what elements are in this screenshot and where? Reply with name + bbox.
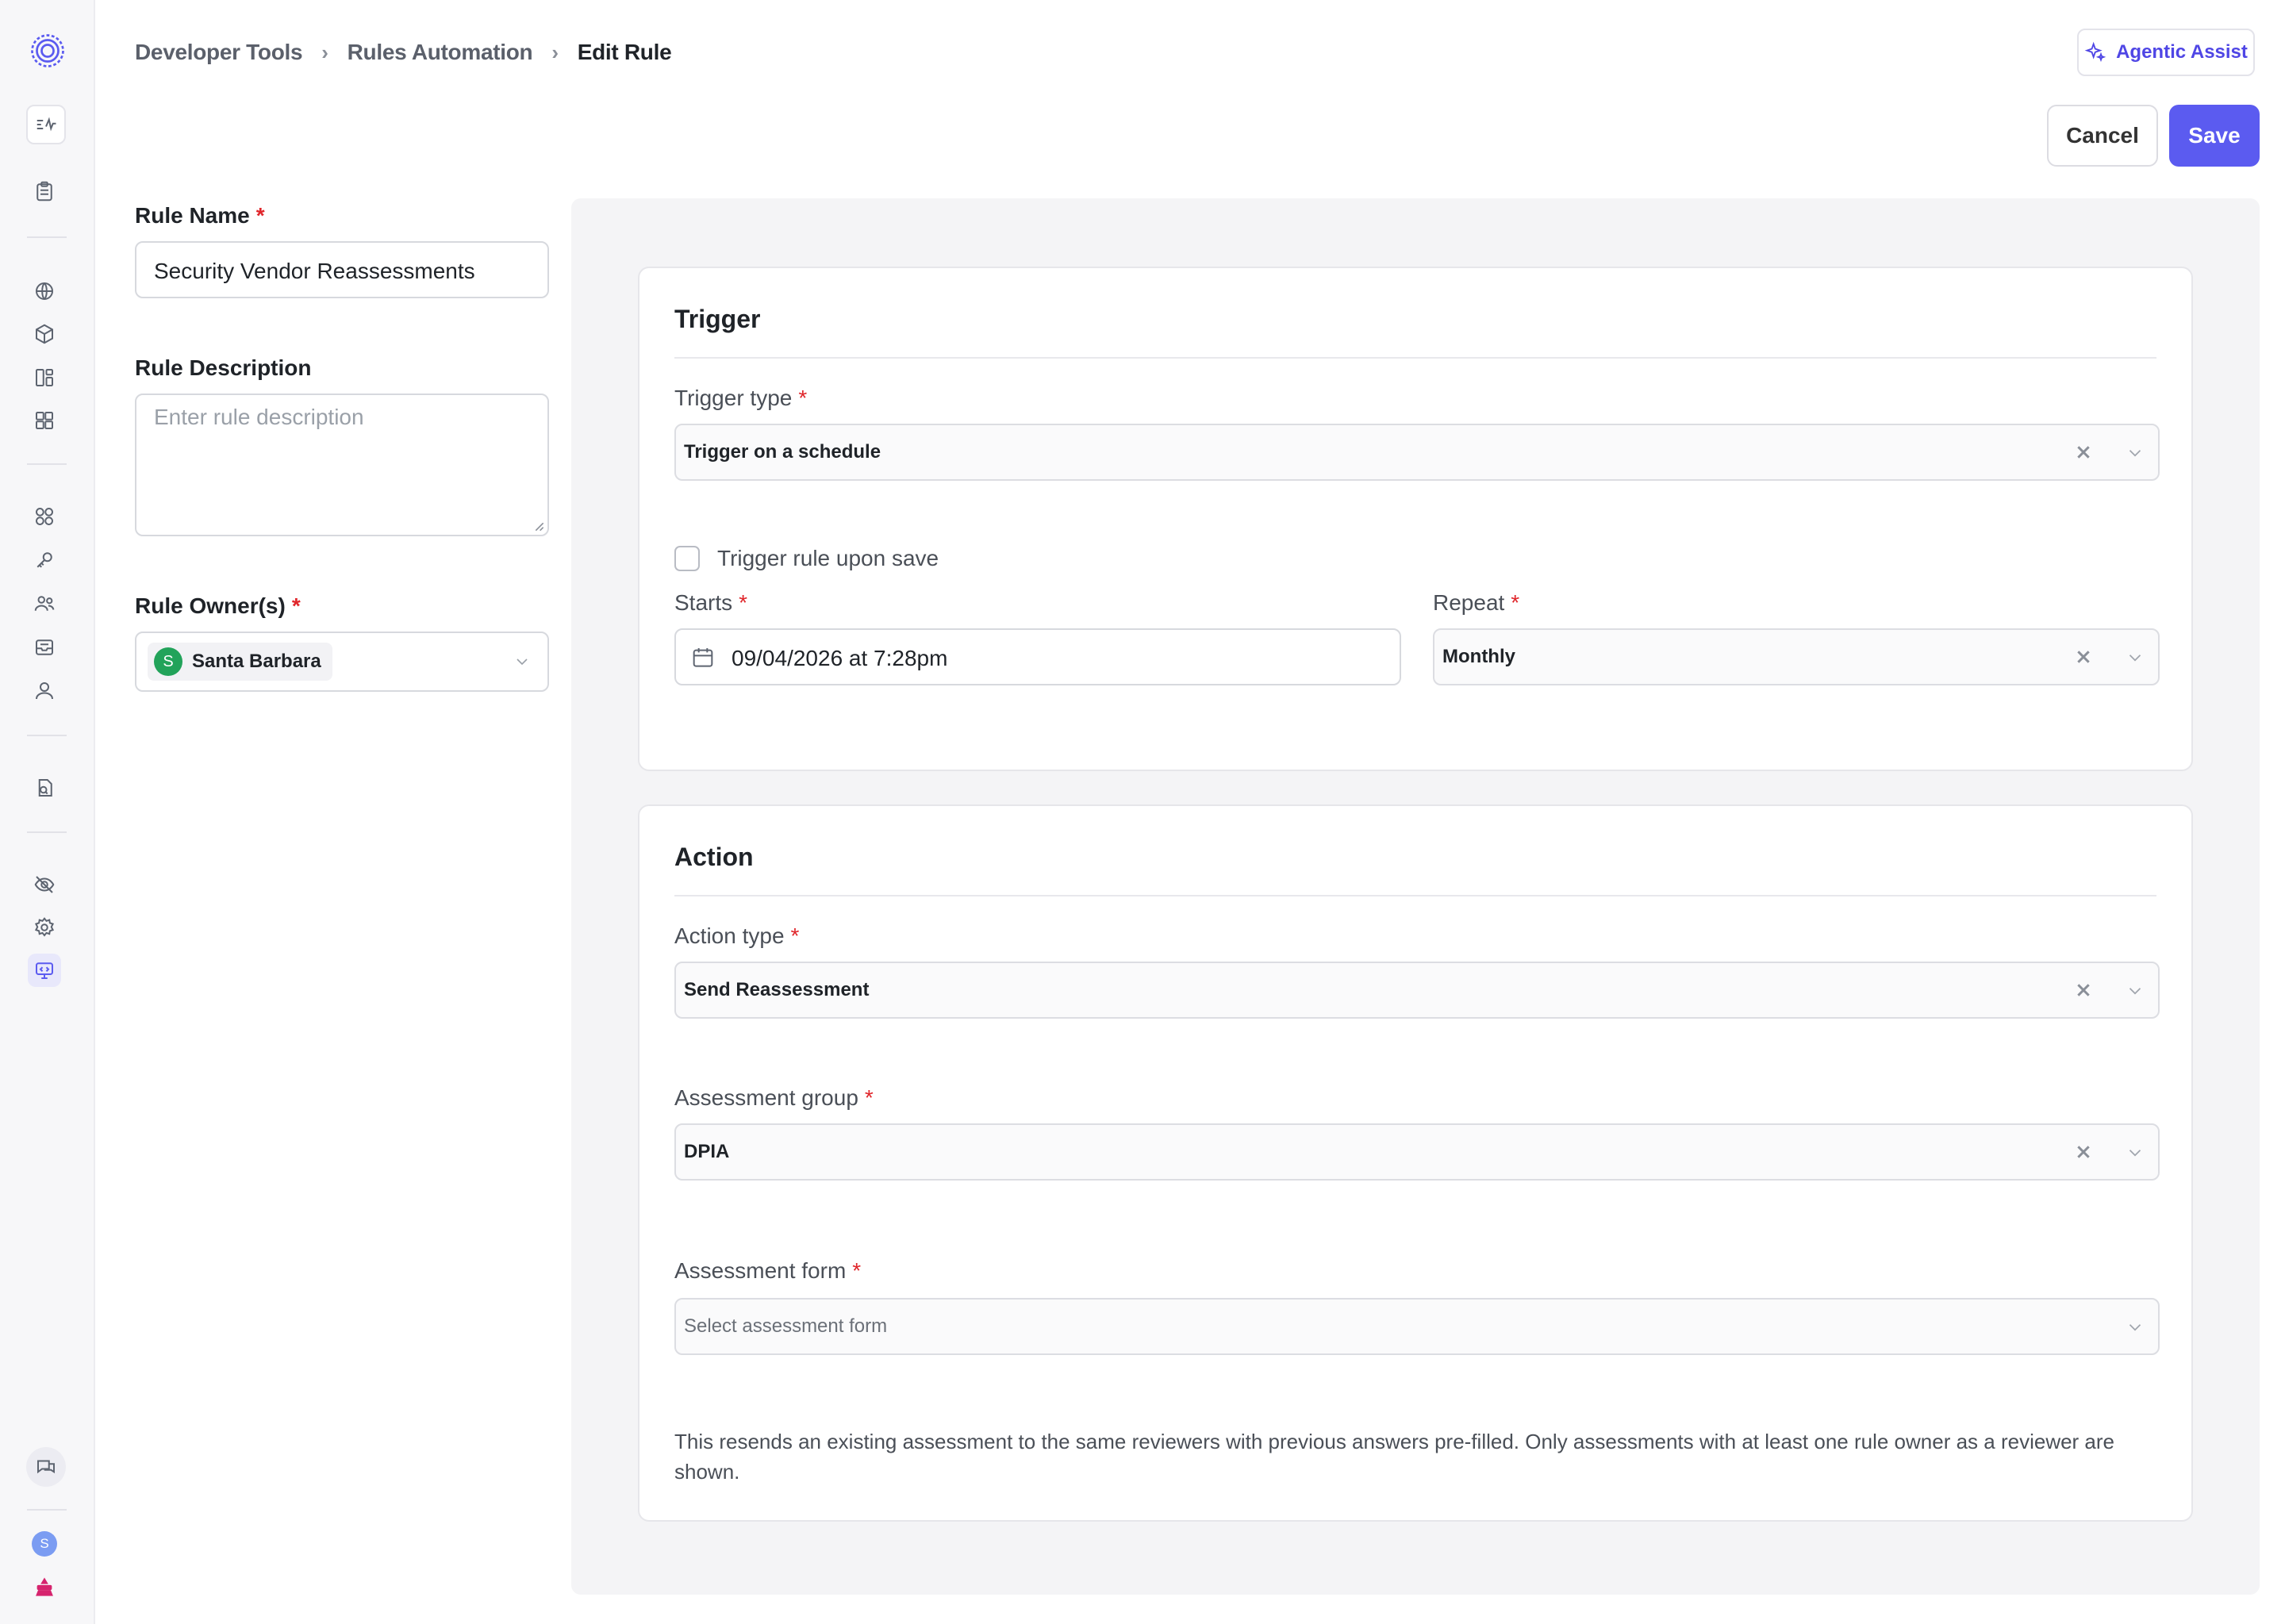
eye-off-icon[interactable] — [28, 868, 61, 901]
breadcrumb-developer-tools[interactable]: Developer Tools — [135, 40, 303, 65]
app-logo-icon[interactable] — [27, 30, 68, 71]
divider — [674, 357, 2156, 359]
rule-name-label: Rule Name * — [135, 203, 265, 228]
key-icon[interactable] — [28, 543, 61, 577]
starts-label-text: Starts — [674, 590, 733, 615]
trigger-type-label: Trigger type * — [674, 386, 807, 411]
rule-owners-label-text: Rule Owner(s) — [135, 593, 286, 618]
owner-avatar: S — [154, 647, 182, 676]
trigger-type-select[interactable]: Trigger on a schedule — [674, 424, 2160, 481]
data-map-icon[interactable] — [28, 361, 61, 394]
agentic-assist-label: Agentic Assist — [2116, 41, 2248, 63]
apps-icon[interactable] — [28, 500, 61, 533]
save-button[interactable]: Save — [2169, 105, 2260, 167]
action-title: Action — [674, 843, 754, 871]
assessment-help-text: This resends an existing assessment to t… — [674, 1430, 2115, 1484]
required-mark: * — [864, 1085, 874, 1110]
assessment-form-placeholder: Select assessment form — [684, 1315, 888, 1337]
cube-icon[interactable] — [28, 317, 61, 351]
repeat-label-text: Repeat — [1433, 590, 1505, 615]
grid-icon[interactable] — [28, 404, 61, 437]
chevron-down-icon[interactable] — [513, 652, 532, 671]
breadcrumb-current: Edit Rule — [577, 40, 672, 64]
repeat-label: Repeat * — [1433, 590, 1519, 616]
assessment-group-label-text: Assessment group — [674, 1085, 858, 1110]
rule-owners-select[interactable]: S Santa Barbara — [135, 632, 549, 692]
rule-description-textarea[interactable]: Enter rule description — [135, 394, 549, 536]
rule-name-value: Security Vendor Reassessments — [154, 259, 475, 283]
trigger-title: Trigger — [674, 305, 761, 333]
required-mark: * — [852, 1258, 862, 1283]
help-icon[interactable] — [28, 1571, 61, 1604]
trigger-upon-save-checkbox[interactable] — [674, 546, 700, 571]
action-card: Action Action type * Send Reassessment As… — [638, 804, 2193, 1522]
owner-chip[interactable]: S Santa Barbara — [148, 643, 332, 681]
users-icon[interactable] — [28, 587, 61, 620]
action-type-value: Send Reassessment — [684, 979, 870, 1000]
owner-name: Santa Barbara — [192, 651, 321, 672]
rule-name-label-text: Rule Name — [135, 203, 250, 228]
repeat-value: Monthly — [1442, 646, 1515, 667]
chevron-right-icon: › — [551, 40, 559, 64]
sidebar: S — [0, 0, 95, 1624]
required-mark: * — [790, 923, 800, 948]
required-mark: * — [255, 203, 265, 228]
assessment-group-select[interactable]: DPIA — [674, 1123, 2160, 1181]
cancel-button[interactable]: Cancel — [2047, 105, 2158, 167]
repeat-select[interactable]: Monthly — [1433, 628, 2160, 685]
clear-icon[interactable] — [2071, 440, 2096, 465]
inbox-icon[interactable] — [28, 631, 61, 664]
clear-icon[interactable] — [2071, 977, 2096, 1003]
divider — [674, 895, 2156, 896]
assessment-form-select[interactable]: Select assessment form — [674, 1298, 2160, 1355]
user-icon[interactable] — [28, 674, 61, 708]
trigger-type-label-text: Trigger type — [674, 386, 793, 410]
action-type-label-text: Action type — [674, 923, 785, 948]
starts-label: Starts * — [674, 590, 747, 616]
starts-value: 09/04/2026 at 7:28pm — [732, 646, 948, 670]
chevron-down-icon[interactable] — [2125, 647, 2145, 668]
sparkle-icon — [2084, 41, 2106, 63]
rule-description-label: Rule Description — [135, 355, 312, 380]
clear-icon[interactable] — [2071, 1139, 2096, 1165]
breadcrumb-rules-automation[interactable]: Rules Automation — [348, 40, 533, 65]
starts-date-input[interactable]: 09/04/2026 at 7:28pm — [674, 628, 1401, 685]
required-mark: * — [798, 386, 808, 410]
required-mark: * — [291, 593, 301, 618]
rule-description-placeholder: Enter rule description — [154, 405, 364, 429]
assessment-form-label: Assessment form * — [674, 1258, 861, 1284]
chevron-down-icon[interactable] — [2125, 1317, 2145, 1338]
chevron-right-icon: › — [321, 40, 328, 64]
trigger-type-value: Trigger on a schedule — [684, 441, 881, 463]
chat-icon[interactable] — [26, 1447, 66, 1487]
action-type-label: Action type * — [674, 923, 799, 949]
rule-name-input[interactable]: Security Vendor Reassessments — [135, 241, 549, 298]
calendar-icon — [693, 648, 713, 667]
user-avatar[interactable]: S — [32, 1531, 57, 1557]
agentic-assist-button[interactable]: Agentic Assist — [2077, 29, 2255, 76]
owner-avatar-initial: S — [163, 652, 174, 670]
chevron-down-icon[interactable] — [2125, 443, 2145, 463]
assessment-group-value: DPIA — [684, 1141, 730, 1162]
resize-handle-icon[interactable] — [532, 519, 544, 532]
required-mark: * — [1511, 590, 1520, 615]
trigger-card: Trigger Trigger type * Trigger on a sched… — [638, 267, 2193, 771]
breadcrumb: Developer Tools › Rules Automation › Edi… — [135, 35, 672, 70]
developer-tools-icon[interactable] — [28, 954, 61, 987]
document-search-icon[interactable] — [28, 771, 61, 804]
chevron-down-icon[interactable] — [2125, 1142, 2145, 1163]
trigger-upon-save-label[interactable]: Trigger rule upon save — [717, 546, 939, 571]
activity-icon[interactable] — [26, 105, 66, 144]
clear-icon[interactable] — [2071, 644, 2096, 670]
globe-icon[interactable] — [28, 275, 61, 308]
user-avatar-initial: S — [40, 1536, 49, 1551]
chevron-down-icon[interactable] — [2125, 981, 2145, 1001]
required-mark: * — [739, 590, 748, 615]
assessment-form-label-text: Assessment form — [674, 1258, 847, 1283]
gear-icon[interactable] — [28, 911, 61, 944]
rule-owners-label: Rule Owner(s) * — [135, 593, 301, 619]
assessment-group-label: Assessment group * — [674, 1085, 874, 1111]
clipboard-icon[interactable] — [28, 175, 61, 208]
action-type-select[interactable]: Send Reassessment — [674, 962, 2160, 1019]
